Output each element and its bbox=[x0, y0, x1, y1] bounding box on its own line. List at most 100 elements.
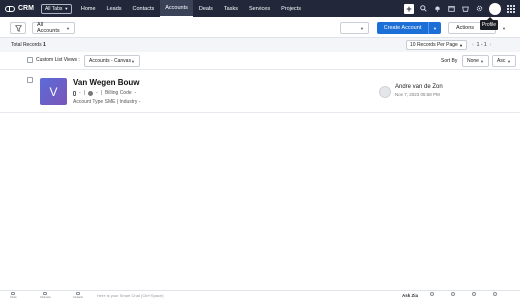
top-navigation-bar: CRM All Tabs ▼ Home Leads Contacts Accou… bbox=[0, 0, 520, 17]
record-detail-line: Account Type SME | Industry - bbox=[73, 99, 140, 105]
account-type-label: Account Type bbox=[73, 99, 104, 105]
contacts-button[interactable]: Contacts bbox=[73, 292, 83, 299]
account-avatar: V bbox=[40, 78, 67, 105]
chats-label: Chats bbox=[10, 295, 17, 299]
total-records: Total Records 1 bbox=[11, 42, 46, 48]
sort-field-select[interactable]: None ▼ bbox=[462, 55, 489, 67]
chevron-down-icon: ▼ bbox=[64, 6, 69, 11]
tab-leads[interactable]: Leads bbox=[101, 0, 127, 17]
smart-chat-input[interactable]: Here is your Smart Chat (Ctrl+Space) bbox=[97, 293, 164, 298]
total-records-count: 1 bbox=[42, 42, 46, 48]
tab-projects[interactable]: Projects bbox=[276, 0, 307, 17]
phone-icon bbox=[73, 90, 76, 96]
settings-icon[interactable] bbox=[472, 292, 476, 296]
website-value: - bbox=[95, 90, 98, 96]
crm-logo[interactable]: CRM bbox=[5, 5, 34, 12]
chevron-down-icon: ▼ bbox=[66, 25, 70, 31]
prev-page-button[interactable]: ‹ bbox=[472, 42, 474, 48]
tab-deals[interactable]: Deals bbox=[193, 0, 218, 17]
phone-value: - bbox=[79, 90, 81, 96]
list-toolbar: All Accounts ▼ ▼ Create Account ▼ Action… bbox=[0, 17, 520, 38]
list-view-bar: Custom List Views : Accounts - Canvas ▼ … bbox=[0, 52, 520, 70]
globe-icon bbox=[87, 90, 93, 96]
record-checkbox[interactable] bbox=[27, 77, 33, 83]
records-per-page-select[interactable]: 10 Records Per Page ▼ bbox=[406, 40, 467, 50]
sort-field-value: None bbox=[467, 58, 479, 64]
view-select-value: All Accounts bbox=[37, 22, 60, 34]
canvas-view-select[interactable]: Accounts - Canvas ▼ bbox=[84, 55, 140, 67]
chevron-down-icon: ▼ bbox=[507, 58, 511, 64]
separator: | bbox=[83, 90, 85, 96]
create-account-button[interactable]: Create Account ▼ bbox=[377, 22, 441, 34]
industry-label: Industry bbox=[119, 99, 138, 105]
search-icon[interactable] bbox=[416, 0, 430, 17]
crm-logo-icon bbox=[5, 5, 15, 12]
sort-by-label: Sort By bbox=[441, 58, 458, 64]
clock-icon[interactable] bbox=[451, 292, 455, 296]
gear-icon[interactable] bbox=[472, 0, 486, 17]
calendar-icon[interactable] bbox=[444, 0, 458, 17]
industry-value: - bbox=[138, 99, 141, 105]
bottom-bar-icons bbox=[430, 292, 497, 296]
channels-button[interactable]: Channels bbox=[40, 292, 51, 299]
sort-order-select[interactable]: Asc ▼ bbox=[492, 55, 516, 67]
filter-button[interactable] bbox=[10, 22, 26, 34]
tab-tasks[interactable]: Tasks bbox=[218, 0, 243, 17]
ask-zia-button[interactable]: Ask Zia bbox=[402, 293, 418, 298]
records-bar: Total Records 1 10 Records Per Page ▼ ‹ … bbox=[0, 38, 520, 52]
quick-create-button[interactable]: + bbox=[402, 0, 416, 17]
channels-label: Channels bbox=[40, 295, 51, 299]
brand-name: CRM bbox=[18, 5, 34, 12]
view-select[interactable]: All Accounts ▼ bbox=[32, 22, 75, 34]
record-card[interactable]: V Van Wegen Bouw - | - | Billing Code - … bbox=[0, 70, 520, 113]
billing-code-value: - bbox=[134, 90, 137, 96]
separator: | bbox=[116, 99, 119, 105]
owner-avatar bbox=[379, 86, 391, 98]
billing-code-label: Billing Code bbox=[104, 90, 132, 96]
top-nav-icons: + bbox=[402, 0, 515, 17]
all-tabs-label: All Tabs bbox=[44, 5, 63, 12]
owner-name: Andre van de Zon bbox=[395, 84, 443, 90]
sort-order-value: Asc bbox=[497, 58, 506, 64]
account-type-value: SME bbox=[104, 99, 116, 105]
list-empty-area bbox=[0, 113, 520, 291]
custom-list-views: Custom List Views : bbox=[27, 57, 80, 63]
chevron-down-icon: ▼ bbox=[459, 42, 463, 48]
next-page-button[interactable]: › bbox=[490, 42, 492, 48]
profile-avatar[interactable] bbox=[489, 2, 501, 15]
filter-icon bbox=[14, 24, 22, 32]
contacts-label: Contacts bbox=[73, 295, 83, 299]
canvas-view-value: Accounts - Canvas bbox=[89, 58, 131, 64]
display-mode-select[interactable]: ▼ bbox=[340, 22, 369, 34]
select-all-checkbox[interactable] bbox=[27, 57, 33, 63]
account-name-link[interactable]: Van Wegen Bouw bbox=[73, 78, 140, 87]
chevron-down-icon: ▼ bbox=[131, 58, 135, 64]
marketplace-icon[interactable] bbox=[458, 0, 472, 17]
notification-icon[interactable] bbox=[430, 292, 434, 296]
plus-icon: + bbox=[404, 3, 414, 14]
create-dropdown-button[interactable]: ▼ bbox=[428, 22, 441, 34]
record-contact-line: - | - | Billing Code - bbox=[73, 90, 136, 96]
pagination: ‹ 1 - 1 › bbox=[472, 42, 491, 48]
bottom-bar: Chats Channels Contacts Here is your Sma… bbox=[0, 290, 520, 299]
help-icon[interactable] bbox=[493, 292, 497, 296]
total-records-label: Total Records bbox=[11, 42, 42, 48]
module-tabs: Home Leads Contacts Accounts Deals Tasks… bbox=[75, 0, 306, 17]
tab-home[interactable]: Home bbox=[75, 0, 101, 17]
tab-services[interactable]: Services bbox=[243, 0, 275, 17]
actions-label: Actions bbox=[456, 25, 475, 31]
records-per-page-value: 10 Records Per Page bbox=[410, 42, 458, 48]
bell-icon[interactable] bbox=[430, 0, 444, 17]
record-date: Nov 7, 2023 05:58 PM bbox=[395, 92, 440, 97]
chevron-down-icon: ▼ bbox=[480, 58, 484, 64]
create-account-label: Create Account bbox=[383, 25, 422, 31]
chevron-down-icon: ▼ bbox=[360, 25, 364, 31]
apps-grid-icon[interactable] bbox=[507, 4, 515, 13]
tab-contacts[interactable]: Contacts bbox=[127, 0, 160, 17]
tab-accounts[interactable]: Accounts bbox=[159, 0, 194, 17]
separator: | bbox=[100, 90, 102, 96]
chats-button[interactable]: Chats bbox=[10, 292, 17, 299]
profile-tooltip: Profile bbox=[480, 17, 498, 30]
chevron-down-icon[interactable]: ▼ bbox=[502, 26, 506, 31]
all-tabs-button[interactable]: All Tabs ▼ bbox=[40, 3, 73, 14]
